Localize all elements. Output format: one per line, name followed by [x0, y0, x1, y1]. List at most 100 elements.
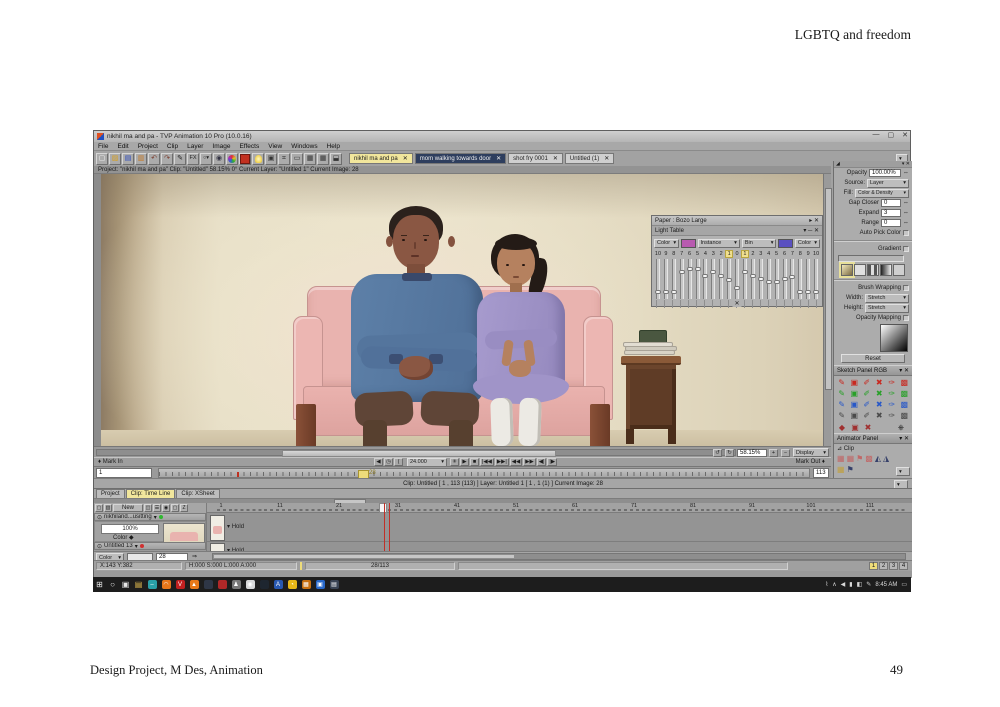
lt-center-close[interactable]: ✕: [732, 300, 741, 307]
gradient-checkbox[interactable]: [903, 246, 909, 252]
sketch-tool-3-5[interactable]: ▩: [899, 410, 911, 421]
lt-instance-dropdown[interactable]: Instance▾: [698, 239, 740, 248]
animator-icon-5[interactable]: ◮: [883, 454, 889, 463]
gradient-preview-bar[interactable]: [838, 255, 904, 262]
menu-image[interactable]: Image: [212, 143, 230, 150]
transport-pre-0[interactable]: ◀: [374, 458, 383, 466]
lt-slider-0[interactable]: [654, 258, 662, 300]
range-field[interactable]: 0: [881, 219, 901, 227]
lt-slider-5[interactable]: [694, 258, 702, 300]
layer1-eye-icon[interactable]: ⊙: [97, 514, 102, 521]
taskbar-app-1[interactable]: ◠: [162, 580, 171, 589]
sketch-tool-1-1[interactable]: ▣: [849, 388, 861, 399]
transport-pre-2[interactable]: (: [394, 458, 403, 466]
start-button[interactable]: ⊞: [93, 578, 106, 591]
maximize-button[interactable]: ▢: [888, 131, 895, 139]
gradient-swatch-4[interactable]: [893, 264, 905, 276]
mark-out-field[interactable]: 113: [813, 468, 829, 478]
layer1-track-thumbnail[interactable]: [210, 515, 225, 541]
timeline-frame-go-icon[interactable]: ⇒: [192, 553, 197, 560]
sketch-sub-1[interactable]: ▣: [849, 422, 861, 433]
toolbar-icon-0[interactable]: ▢: [96, 153, 108, 165]
timeline-tab-2[interactable]: Clip: XSheet: [176, 489, 219, 498]
page-button-2[interactable]: 2: [879, 562, 888, 570]
animator-panel-titlebar[interactable]: Animator Panel▾ ✕: [834, 433, 912, 444]
document-tab-1[interactable]: mom walking towards door✕: [415, 153, 506, 164]
lt-slider-handle[interactable]: [718, 274, 724, 278]
lt-slider-handle[interactable]: [655, 290, 661, 294]
lt-slider-13[interactable]: [757, 258, 765, 300]
lt-slider-handle[interactable]: [702, 274, 708, 278]
lt-color-swatch-left[interactable]: [681, 239, 695, 248]
tab-close-icon[interactable]: ✕: [604, 155, 609, 162]
lt-slider-19[interactable]: [804, 258, 812, 300]
menu-windows[interactable]: Windows: [291, 143, 317, 150]
lt-slider-20[interactable]: [812, 258, 820, 300]
width-dropdown[interactable]: Stretch▾: [865, 294, 909, 303]
sketch-tool-2-4[interactable]: ✑: [886, 399, 898, 410]
animator-icon2-1[interactable]: ⚑: [847, 465, 854, 474]
taskbar-app-13[interactable]: ▤: [330, 580, 339, 589]
page-button-4[interactable]: 4: [899, 562, 908, 570]
gap-stepper[interactable]: ⇔: [903, 200, 909, 206]
lt-slider-10[interactable]: [733, 258, 741, 300]
sketch-tool-3-0[interactable]: ✎: [836, 410, 848, 421]
timeline-tab-0[interactable]: Project: [96, 489, 125, 498]
sketch-tool-0-3[interactable]: ✖: [874, 377, 886, 388]
notification-icon[interactable]: ▭: [901, 581, 907, 588]
lt-slider-handle[interactable]: [710, 270, 716, 274]
transport-btn-7[interactable]: ◀|: [537, 458, 547, 466]
sketch-sub-0[interactable]: ◆: [836, 422, 848, 433]
zoom-out-button[interactable]: −: [781, 449, 790, 457]
timeline-h-scrollbar[interactable]: [212, 553, 906, 560]
lt-slider-11[interactable]: [741, 258, 749, 300]
lt-color-dropdown-right[interactable]: Color▾: [795, 239, 820, 248]
file-explorer-icon[interactable]: ▤: [132, 578, 145, 591]
frame-ruler[interactable]: 28: [158, 468, 810, 478]
lt-slider-8[interactable]: [717, 258, 725, 300]
tab-close-icon[interactable]: ✕: [496, 155, 501, 162]
lt-slider-1[interactable]: [662, 258, 670, 300]
expand-stepper[interactable]: ⇔: [903, 210, 909, 216]
lt-slider-16[interactable]: [781, 258, 789, 300]
tray-icon-5[interactable]: ✎: [866, 581, 871, 588]
toolbar-icon-1[interactable]: ▨: [109, 153, 121, 165]
clock[interactable]: 8:45 AM: [875, 582, 897, 588]
transport-btn-0[interactable]: ✳: [450, 458, 459, 466]
gradient-swatch-2[interactable]: [867, 264, 879, 276]
close-button[interactable]: ✕: [902, 131, 908, 139]
toolbar-icon-4[interactable]: ↶: [148, 153, 160, 165]
timeline-tab-1[interactable]: Clip: Time Line: [126, 489, 176, 498]
rotate-cw-button[interactable]: ↻: [725, 449, 734, 457]
expand-field[interactable]: 3: [881, 209, 901, 217]
animator-icon-2[interactable]: ⚑: [856, 454, 863, 463]
transport-btn-8[interactable]: |▶: [547, 458, 557, 466]
animator-icon-1[interactable]: ▦: [847, 454, 855, 463]
tl-header-icon2-0[interactable]: ◫: [144, 504, 152, 512]
auto-pick-color-checkbox[interactable]: [903, 230, 909, 236]
toolbar-icon-6[interactable]: ✎: [174, 153, 186, 165]
lt-slider-handle[interactable]: [813, 290, 819, 294]
lt-slider-handle[interactable]: [758, 277, 764, 281]
layer2-eye-icon[interactable]: ⊙: [97, 543, 102, 550]
page-button-1[interactable]: 1: [869, 562, 878, 570]
sketch-tool-0-5[interactable]: ▩: [899, 377, 911, 388]
tray-icon-1[interactable]: ∧: [832, 581, 836, 588]
sketch-tool-0-4[interactable]: ✑: [886, 377, 898, 388]
menu-layer[interactable]: Layer: [187, 143, 203, 150]
tl-header-icon2-4[interactable]: Z: [180, 504, 188, 512]
toolbar-icon-7[interactable]: FX: [187, 153, 199, 165]
layer1-opacity-field[interactable]: 100%: [101, 524, 159, 534]
lt-slider-15[interactable]: [773, 258, 781, 300]
height-dropdown[interactable]: Stretch▾: [865, 304, 909, 313]
sketch-tool-0-2[interactable]: ✐: [861, 377, 873, 388]
document-tab-2[interactable]: shot fry 0001✕: [508, 153, 563, 164]
toolbar-icon-3[interactable]: ▥: [135, 153, 147, 165]
tab-close-icon[interactable]: ✕: [403, 155, 408, 162]
lt-slider-4[interactable]: [686, 258, 694, 300]
reset-button[interactable]: Reset: [841, 354, 905, 363]
lt-slider-6[interactable]: [701, 258, 709, 300]
sketch-tool-1-3[interactable]: ✖: [874, 388, 886, 399]
lt-slider-9[interactable]: [725, 258, 733, 300]
lt-slider-3[interactable]: [678, 258, 686, 300]
